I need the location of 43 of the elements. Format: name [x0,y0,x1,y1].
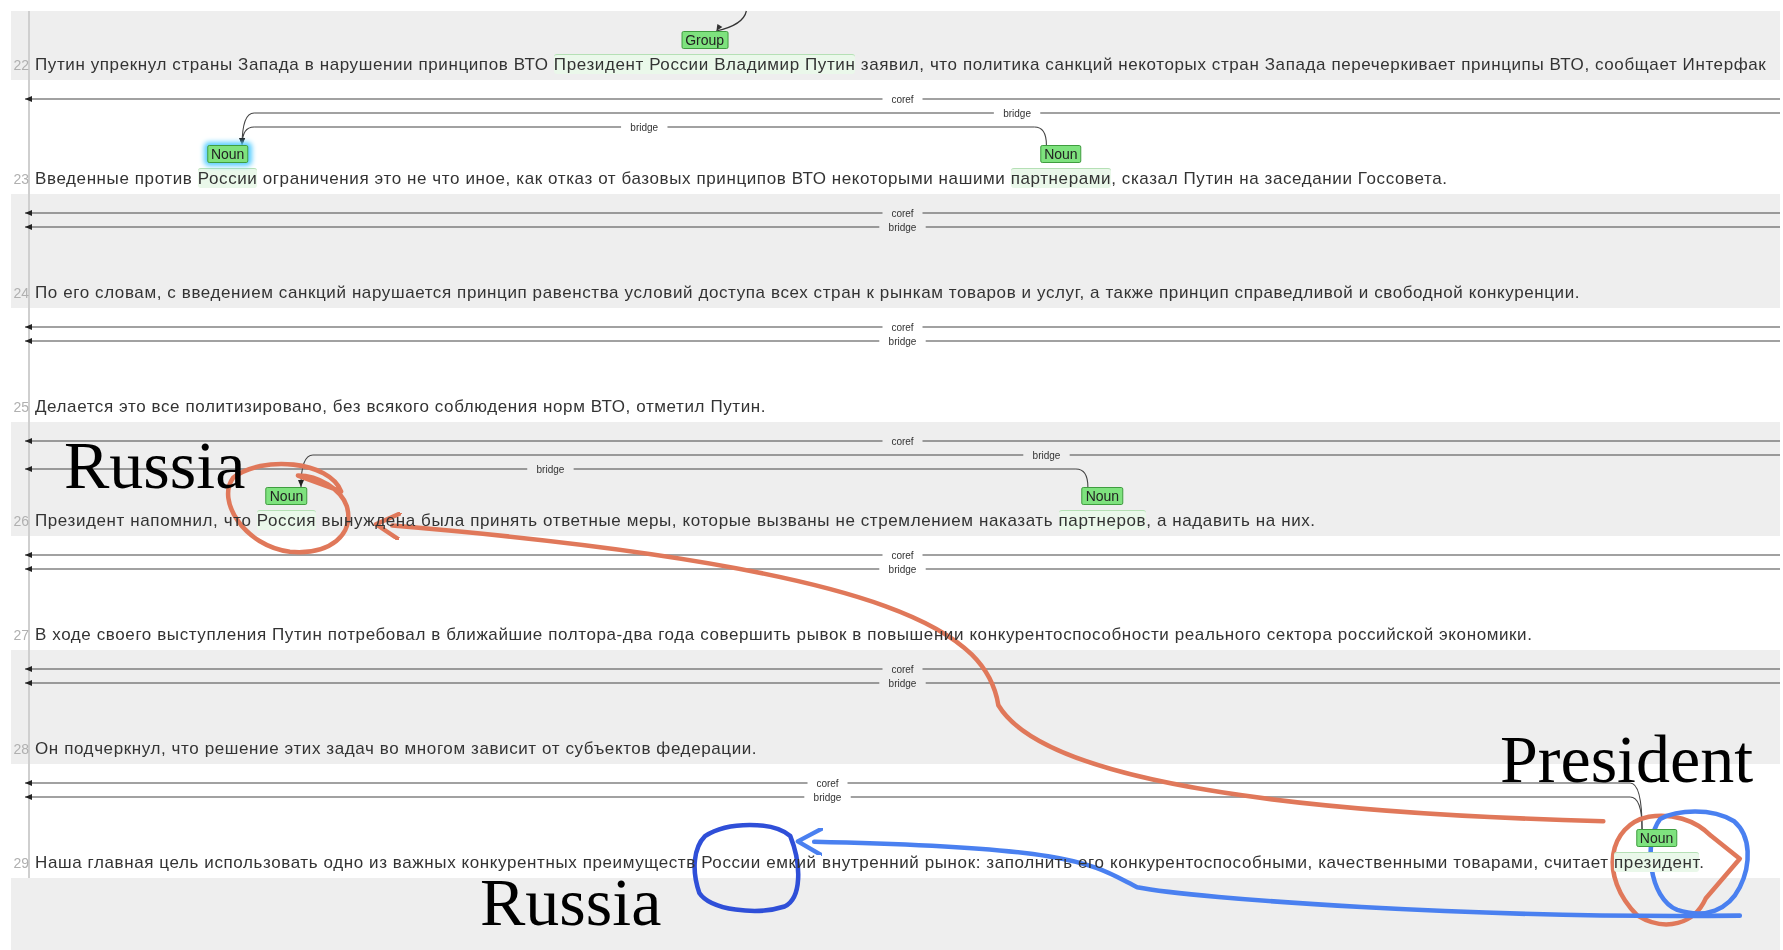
arc-label: coref [891,663,914,675]
entity-label[interactable]: Noun [1040,145,1082,163]
entity-label[interactable]: Noun [206,145,249,163]
annotated-text[interactable]: партнеров [1058,510,1147,530]
arc-label: coref [891,321,914,333]
line-number: 22 [13,56,29,74]
arc-label: coref [816,777,839,789]
line-number: 28 [13,740,29,758]
annotated-text[interactable]: Президент России Владимир Путин [553,54,856,74]
arc-label: coref [891,435,914,447]
arc-label: coref [891,549,914,561]
entity-label[interactable]: Noun [1635,829,1678,847]
line-number: 23 [13,170,29,188]
annotated-text[interactable]: партнерами [1010,168,1112,188]
sentence-text: По его словам, с введением санкций нарушается принцип равенства условий доступа всех стран к рынкам товаров и услуг, а также принцип справедливой и свободной конкуренции. [35,284,1581,302]
entity-label[interactable]: Noun [265,487,308,505]
line-number: 29 [13,854,29,872]
arc-label: bridge [888,563,917,575]
arc-label: bridge [888,335,917,347]
line-number: 25 [13,398,29,416]
line-number: 26 [13,512,29,530]
annotated-text[interactable]: президент [1614,852,1700,872]
arc-label: bridge [1032,449,1061,461]
arc-label: bridge [630,121,659,133]
callout-text: President [1500,731,1754,789]
callout-text: Russia [64,437,246,495]
sentence-text: Делается это все политизировано, без всякого соблюдения норм ВТО, отметил Путин. [35,398,767,416]
annotated-text[interactable]: Россия [256,510,317,530]
arc-label: bridge [888,677,917,689]
arc-label: bridge [888,221,917,233]
arc-label: bridge [536,463,565,475]
relation-arc[interactable] [715,10,747,32]
arc-label: bridge [1003,107,1031,119]
line-number: 27 [13,626,29,644]
sentence-text: Он подчеркнул, что решение этих задач во многом зависит от субъектов федерации. [35,740,758,758]
line-number: 24 [13,284,29,302]
entity-label[interactable]: Group [681,31,729,49]
arc-label: coref [891,207,914,219]
arc-label: coref [891,93,914,105]
arc-label: bridge [813,791,842,803]
entity-label[interactable]: Noun [1081,487,1124,505]
annotated-text[interactable]: России [197,168,258,188]
callout-text: Russia [480,874,662,932]
